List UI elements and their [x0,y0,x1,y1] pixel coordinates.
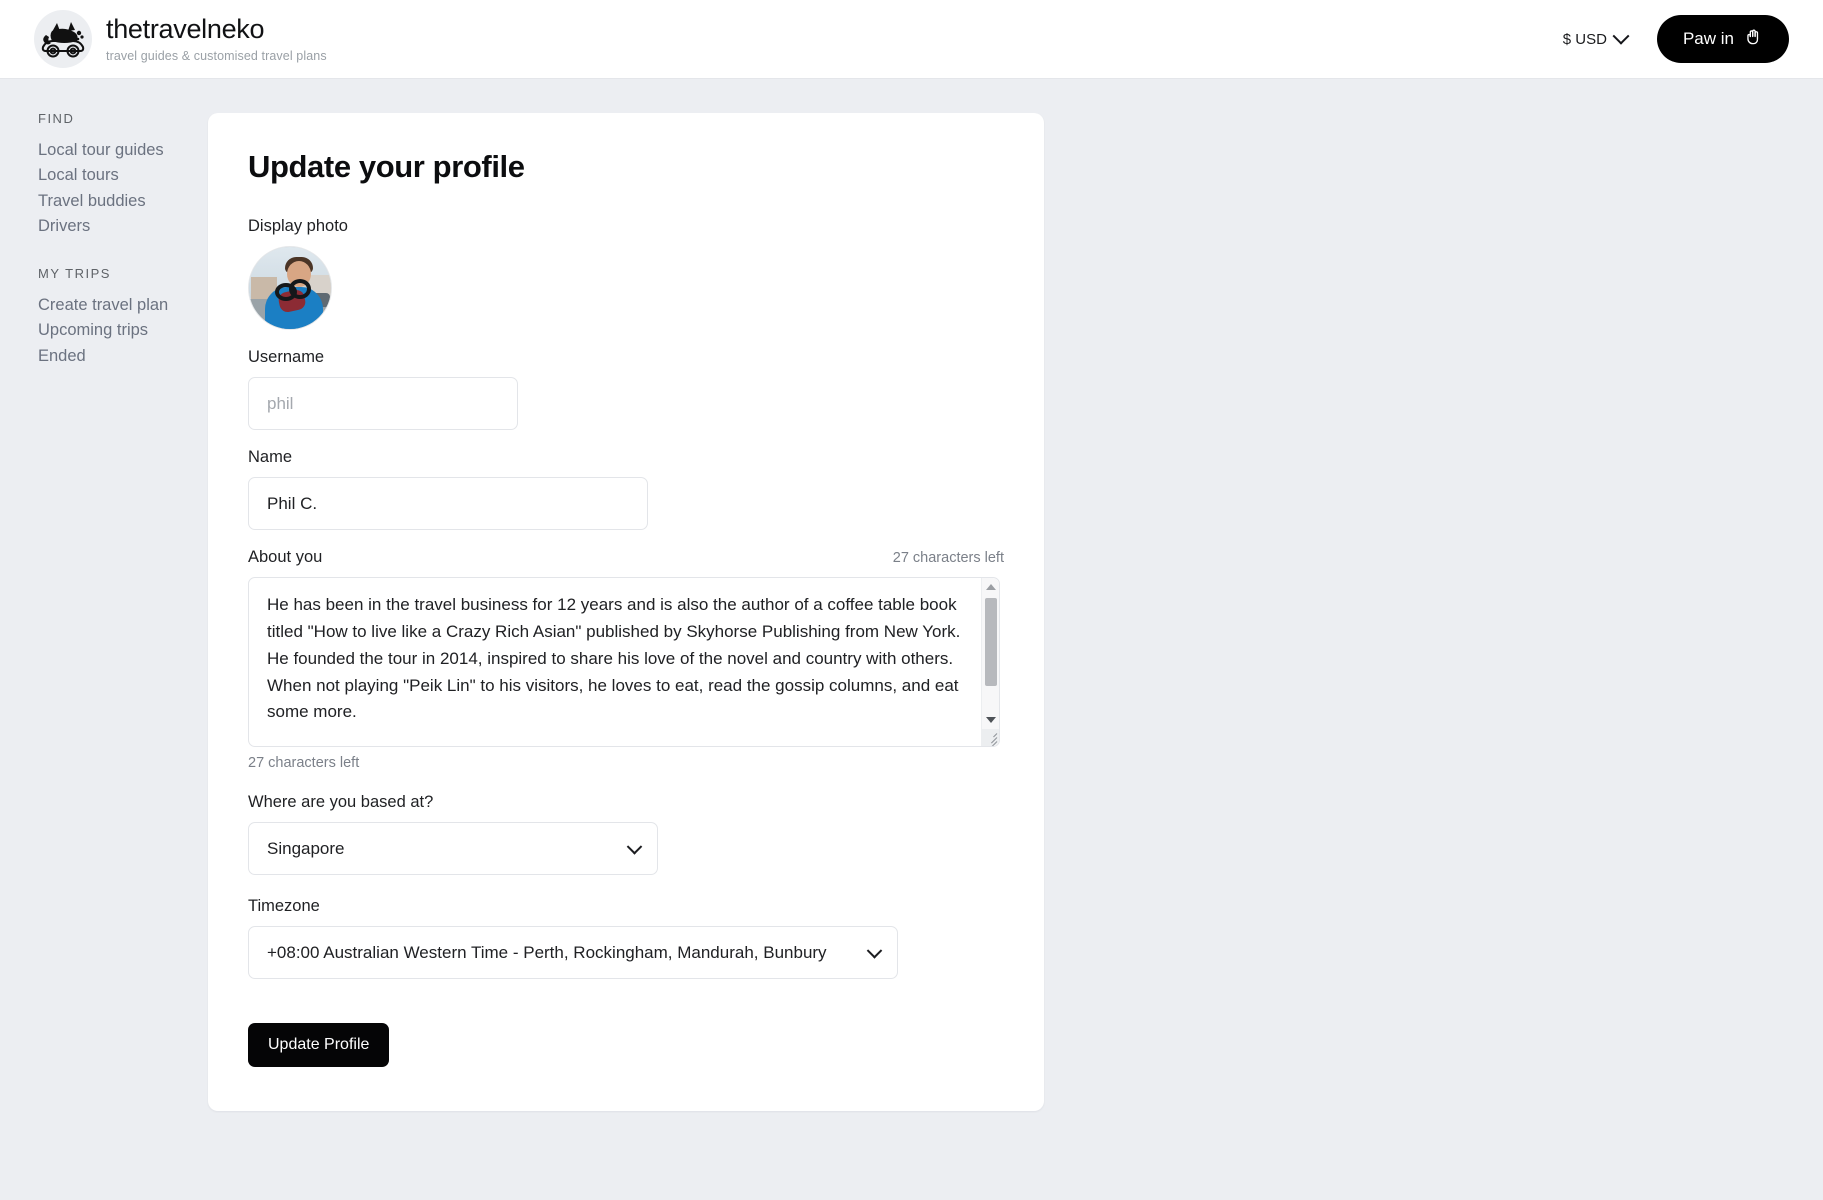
sidebar-group-find: FIND Local tour guides Local tours Trave… [38,111,208,240]
username-input[interactable] [248,377,518,430]
resize-grip-icon[interactable] [981,729,999,746]
about-you-textarea[interactable] [248,577,1000,747]
paw-in-label: Paw in [1682,29,1734,48]
sidebar-item-create-travel-plan[interactable]: Create travel plan [38,293,208,318]
timezone-label: Timezone [248,897,320,915]
about-you-label: About you [248,548,323,566]
timezone-field: Timezone +08:00 Australian Western Time … [248,897,1004,979]
sidebar-group-my-trips: MY TRIPS Create travel plan Upcoming tri… [38,266,208,369]
display-photo-label: Display photo [248,217,348,235]
sidebar: FIND Local tour guides Local tours Trave… [0,79,208,395]
sidebar-item-travel-buddies[interactable]: Travel buddies [38,189,208,214]
paw-hand-icon [1744,27,1763,51]
cat-in-car-logo-icon [34,10,92,68]
profile-card: Update your profile Display photo Userna… [208,113,1044,1111]
username-field: Username [248,348,1004,430]
brand-logo[interactable]: thetravelneko travel guides & customised… [34,10,327,68]
page-title: Update your profile [248,149,525,184]
timezone-select[interactable]: +08:00 Australian Western Time - Perth, … [248,926,898,979]
sidebar-item-upcoming-trips[interactable]: Upcoming trips [38,318,208,343]
scroll-up-arrow-icon[interactable] [982,578,1000,595]
about-you-field: About you 27 characters left 27 characte… [248,548,1004,771]
display-photo-field: Display photo [248,217,1004,330]
name-input[interactable] [248,477,648,530]
page-body: FIND Local tour guides Local tours Trave… [0,79,1823,1111]
avatar[interactable] [248,246,332,330]
currency-label: $ USD [1562,30,1607,48]
sidebar-item-ended[interactable]: Ended [38,344,208,369]
currency-selector[interactable]: $ USD [1562,27,1630,48]
paw-in-button[interactable]: Paw in [1656,15,1789,63]
textarea-scrollbar[interactable] [981,578,999,746]
brand-tagline: travel guides & customised travel plans [106,48,327,63]
sidebar-heading-my-trips: MY TRIPS [38,265,111,281]
sidebar-item-drivers[interactable]: Drivers [38,214,208,239]
site-header: thetravelneko travel guides & customised… [0,0,1823,79]
chevron-down-icon [1612,27,1630,45]
sidebar-heading-find: FIND [38,111,75,126]
about-you-counter-bottom: 27 characters left [248,755,360,771]
scrollbar-thumb[interactable] [985,598,997,686]
brand-title: thetravelneko [106,13,265,44]
name-field: Name [248,448,1004,530]
username-label: Username [248,348,325,366]
sidebar-item-local-tours[interactable]: Local tours [38,163,208,188]
sidebar-item-local-tour-guides[interactable]: Local tour guides [38,138,208,163]
name-label: Name [248,448,293,466]
country-select[interactable]: Singapore [248,822,658,875]
country-field: Where are you based at? Singapore [248,793,1004,875]
update-profile-button[interactable]: Update Profile [248,1023,390,1067]
scroll-down-arrow-icon[interactable] [982,711,1000,728]
about-you-counter-top: 27 characters left [892,550,1004,566]
country-label: Where are you based at? [248,793,434,811]
